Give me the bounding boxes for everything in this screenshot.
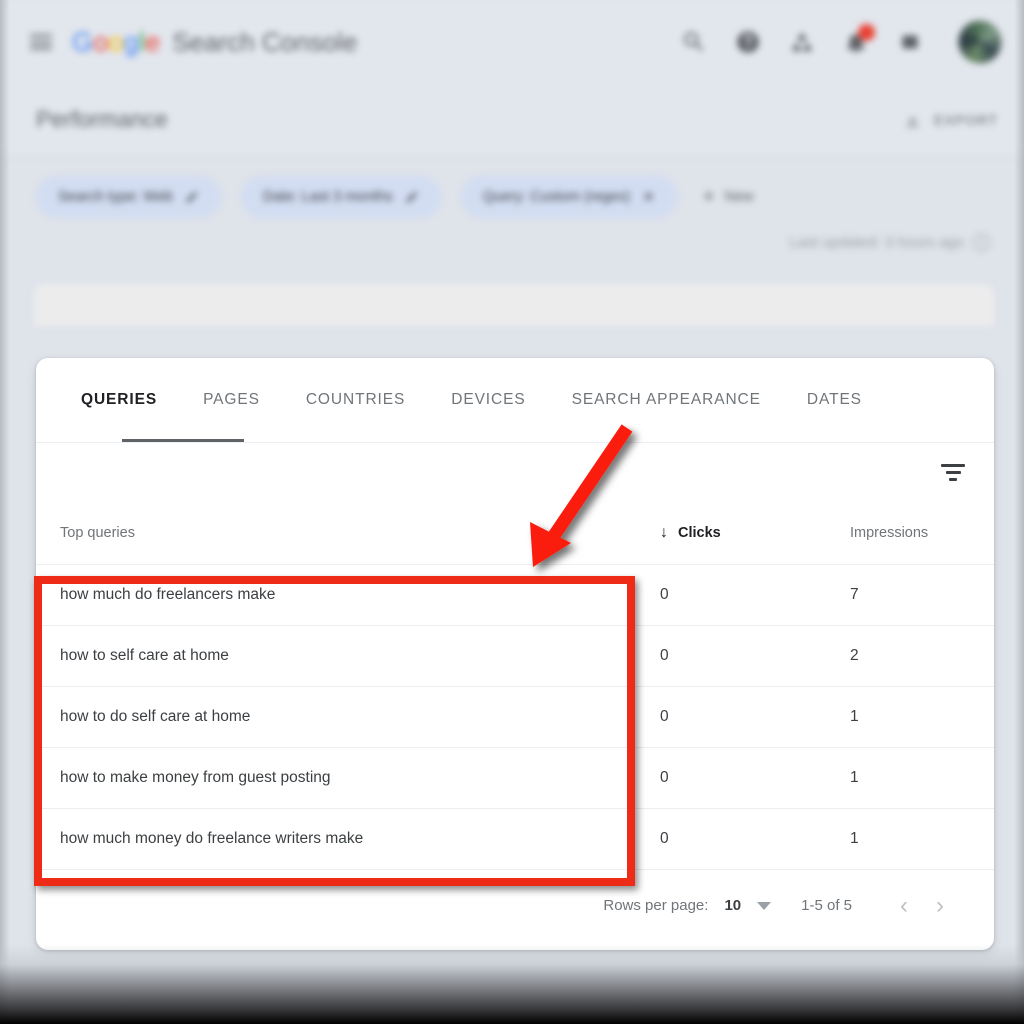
cell-impressions: 2 [826, 625, 994, 687]
edit-pencil-icon[interactable] [185, 190, 199, 204]
sort-descending-icon: ↓ [660, 523, 668, 541]
table-tabs: QUERIES PAGES COUNTRIES DEVICES SEARCH A… [36, 358, 994, 442]
cell-query[interactable]: how to do self care at home [36, 686, 636, 748]
table-pagination: Rows per page: 10 1-5 of 5 ‹ › [36, 870, 994, 942]
apps-share-icon[interactable] [788, 28, 816, 56]
pagination-range: 1-5 of 5 [801, 897, 852, 914]
column-header-clicks[interactable]: ↓ Clicks [636, 502, 826, 565]
app-grid-icon[interactable] [896, 28, 924, 56]
table-header-row: Top queries ↓ Clicks Impressions [36, 502, 994, 565]
plus-icon: + [702, 186, 715, 208]
cell-impressions: 1 [826, 747, 994, 809]
tab-devices[interactable]: DEVICES [428, 358, 548, 442]
column-header-clicks-label: Clicks [678, 524, 721, 541]
cell-impressions: 7 [826, 564, 994, 626]
rows-per-page-label: Rows per page: [603, 897, 709, 914]
search-icon[interactable] [680, 28, 708, 56]
filter-chip-date[interactable]: Date: Last 3 months [241, 176, 441, 218]
cell-clicks: 0 [636, 686, 826, 748]
new-filter-label: New [724, 189, 754, 205]
cell-query[interactable]: how to make money from guest posting [36, 747, 636, 809]
cell-query[interactable]: how to self care at home [36, 625, 636, 687]
table-row[interactable]: how much do freelancers make 0 7 [36, 564, 994, 626]
column-header-impressions[interactable]: Impressions [826, 502, 994, 565]
right-edge-shadow [1014, 0, 1024, 1024]
filter-chips-bar: Search type: Web Date: Last 3 months Que… [0, 157, 1024, 237]
notification-badge [858, 24, 875, 41]
cell-clicks: 0 [636, 625, 826, 687]
column-header-top-queries[interactable]: Top queries [36, 502, 636, 565]
cell-query[interactable]: how much do freelancers make [36, 564, 636, 626]
table-row[interactable]: how to self care at home 0 2 [36, 625, 994, 687]
chip-label: Date: Last 3 months [263, 189, 393, 205]
tab-countries[interactable]: COUNTRIES [283, 358, 428, 442]
product-name: Search Console [172, 26, 358, 57]
last-updated-status: Last updated: 3 hours ago i [790, 234, 990, 251]
active-tab-indicator [122, 439, 244, 442]
tab-search-appearance[interactable]: SEARCH APPEARANCE [549, 358, 784, 442]
queries-table: Top queries ↓ Clicks Impressions how muc… [36, 502, 994, 870]
top-app-bar: Google Search Console [0, 0, 1024, 84]
cell-clicks: 0 [636, 747, 826, 809]
filter-chip-search-type[interactable]: Search type: Web [36, 176, 221, 218]
cell-impressions: 1 [826, 808, 994, 870]
previous-page-button[interactable]: ‹ [886, 893, 922, 918]
download-icon [907, 112, 919, 127]
filter-chip-query[interactable]: Query: Custom (regex) ✕ [460, 176, 677, 218]
blurred-app-chrome: Google Search Console Performance EXPORT… [0, 0, 1024, 340]
rows-per-page-value[interactable]: 10 [724, 897, 741, 914]
last-updated-text: Last updated: 3 hours ago [789, 234, 964, 251]
chip-label: Query: Custom (regex) [482, 189, 631, 205]
info-icon[interactable]: i [973, 234, 990, 251]
filter-list-icon[interactable] [940, 462, 966, 484]
cell-clicks: 0 [636, 564, 826, 626]
chip-label: Search type: Web [58, 189, 173, 205]
new-filter-button[interactable]: + New [703, 187, 754, 207]
tab-dates[interactable]: DATES [784, 358, 885, 442]
performance-table-card: QUERIES PAGES COUNTRIES DEVICES SEARCH A… [36, 358, 994, 950]
left-edge-shadow [0, 0, 10, 1024]
bottom-fade-overlay [0, 944, 1024, 1024]
chevron-down-icon[interactable] [757, 901, 772, 910]
table-row[interactable]: how to do self care at home 0 1 [36, 686, 994, 748]
hamburger-icon[interactable] [30, 34, 52, 50]
table-row[interactable]: how to make money from guest posting 0 1 [36, 747, 994, 809]
avatar[interactable] [958, 20, 1002, 64]
edit-pencil-icon[interactable] [405, 190, 419, 204]
page-title: Performance [36, 106, 168, 132]
notifications-bell-icon[interactable] [842, 24, 875, 56]
table-row[interactable]: how much money do freelance writers make… [36, 808, 994, 870]
table-toolbar [36, 442, 994, 502]
cell-impressions: 1 [826, 686, 994, 748]
export-label: EXPORT [934, 111, 998, 128]
export-button[interactable]: EXPORT [903, 110, 998, 129]
tab-pages[interactable]: PAGES [180, 358, 283, 442]
cell-query[interactable]: how much money do freelance writers make [36, 808, 636, 870]
close-icon[interactable]: ✕ [642, 188, 655, 206]
next-page-button[interactable]: › [922, 893, 958, 918]
help-icon[interactable] [734, 28, 762, 56]
tab-queries[interactable]: QUERIES [58, 358, 180, 442]
page-header-bar: Performance EXPORT [0, 84, 1024, 156]
chart-card-placeholder [34, 284, 994, 326]
cell-clicks: 0 [636, 808, 826, 870]
google-logo: Google [72, 26, 161, 57]
